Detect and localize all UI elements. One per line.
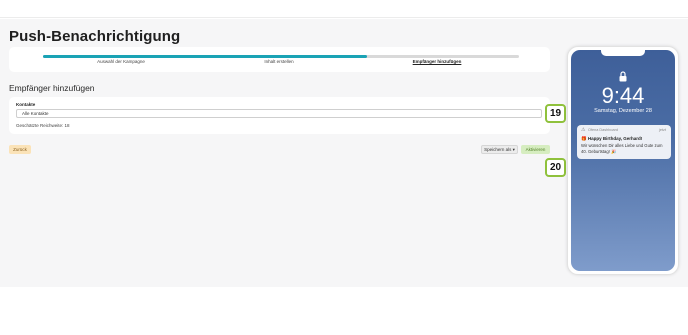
step-auswahl-der-kampagne[interactable]: Auswahl der Kampagne <box>97 59 145 64</box>
section-title: Empfänger hinzufügen <box>9 83 95 93</box>
annotation-badge-20: 20 <box>545 158 566 177</box>
phone-notch <box>601 50 645 56</box>
notification-app-name: Ofena Dashboard <box>588 128 618 132</box>
contacts-select[interactable]: Alle Kontakte <box>16 109 542 118</box>
push-notification: ⚠ Ofena Dashboard jetzt 🎁 Happy Birthday… <box>577 125 671 159</box>
lock-icon <box>619 71 627 82</box>
estimated-reach: Geschätzte Reichweite: 18 <box>16 123 70 128</box>
step-inhalt-erstellen[interactable]: Inhalt erstellen <box>264 59 293 64</box>
lock-screen-date: Samstag, Dezember 28 <box>594 108 652 114</box>
save-as-button[interactable]: Speichern als ▾ <box>481 145 518 154</box>
back-button[interactable]: Zurück <box>9 145 31 154</box>
notification-time: jetzt <box>659 128 666 132</box>
top-bar <box>0 0 688 18</box>
app-warning-icon: ⚠ <box>581 127 586 133</box>
notification-body: Wir wünschen Dir alles Liebe und Gute zu… <box>581 143 663 154</box>
annotation-badge-19: 19 <box>545 104 566 123</box>
notification-title: 🎁 Happy Birthday, Gerhard! <box>581 136 643 141</box>
phone-preview: 9:44 Samstag, Dezember 28 ⚠ Ofena Dashbo… <box>567 46 679 275</box>
campaign-stepper: Auswahl der Kampagne Inhalt erstellen Em… <box>9 47 550 72</box>
contacts-label: Kontakte <box>16 102 36 107</box>
stepper-progress-fill <box>43 55 367 58</box>
page-title: Push-Benachrichtigung <box>9 28 181 45</box>
phone-lock-screen: 9:44 Samstag, Dezember 28 ⚠ Ofena Dashbo… <box>571 50 675 271</box>
step-empfaenger-hinzufuegen[interactable]: Empfänger hinzufügen <box>413 59 462 64</box>
activate-button[interactable]: Aktivieren <box>521 145 550 154</box>
lock-screen-time: 9:44 <box>601 83 645 108</box>
recipients-card: Kontakte Alle Kontakte Geschätzte Reichw… <box>9 97 550 134</box>
stepper-track <box>43 55 519 58</box>
